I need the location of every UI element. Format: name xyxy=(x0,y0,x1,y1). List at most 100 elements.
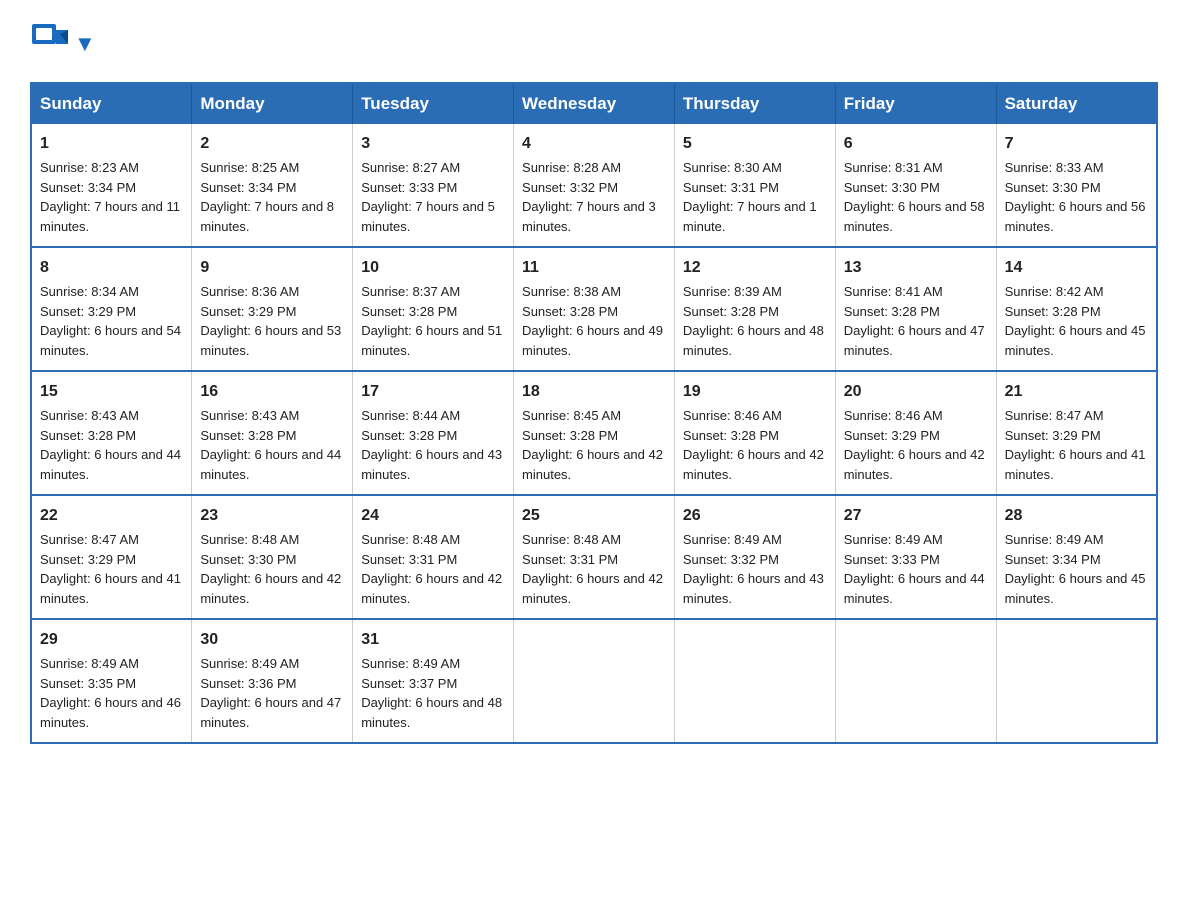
sunset-label: Sunset: 3:37 PM xyxy=(361,676,457,691)
sunrise-label: Sunrise: 8:30 AM xyxy=(683,160,782,175)
calendar-week-row: 22 Sunrise: 8:47 AM Sunset: 3:29 PM Dayl… xyxy=(31,495,1157,619)
calendar-cell: 3 Sunrise: 8:27 AM Sunset: 3:33 PM Dayli… xyxy=(353,124,514,247)
calendar-week-row: 8 Sunrise: 8:34 AM Sunset: 3:29 PM Dayli… xyxy=(31,247,1157,371)
calendar-cell: 20 Sunrise: 8:46 AM Sunset: 3:29 PM Dayl… xyxy=(835,371,996,495)
sunrise-label: Sunrise: 8:38 AM xyxy=(522,284,621,299)
calendar-cell: 23 Sunrise: 8:48 AM Sunset: 3:30 PM Dayl… xyxy=(192,495,353,619)
daylight-label: Daylight: 6 hours and 51 minutes. xyxy=(361,323,502,358)
sunrise-label: Sunrise: 8:43 AM xyxy=(200,408,299,423)
sunset-label: Sunset: 3:34 PM xyxy=(1005,552,1101,567)
calendar-cell xyxy=(674,619,835,743)
sunset-label: Sunset: 3:28 PM xyxy=(40,428,136,443)
calendar-cell: 1 Sunrise: 8:23 AM Sunset: 3:34 PM Dayli… xyxy=(31,124,192,247)
calendar-cell: 6 Sunrise: 8:31 AM Sunset: 3:30 PM Dayli… xyxy=(835,124,996,247)
sunrise-label: Sunrise: 8:49 AM xyxy=(683,532,782,547)
sunset-label: Sunset: 3:34 PM xyxy=(200,180,296,195)
calendar-cell xyxy=(514,619,675,743)
calendar-header-row: SundayMondayTuesdayWednesdayThursdayFrid… xyxy=(31,83,1157,124)
calendar-week-row: 1 Sunrise: 8:23 AM Sunset: 3:34 PM Dayli… xyxy=(31,124,1157,247)
sunset-label: Sunset: 3:32 PM xyxy=(522,180,618,195)
daylight-label: Daylight: 6 hours and 44 minutes. xyxy=(40,447,181,482)
daylight-label: Daylight: 6 hours and 41 minutes. xyxy=(40,571,181,606)
sunrise-label: Sunrise: 8:47 AM xyxy=(40,532,139,547)
calendar-cell: 21 Sunrise: 8:47 AM Sunset: 3:29 PM Dayl… xyxy=(996,371,1157,495)
daylight-label: Daylight: 6 hours and 41 minutes. xyxy=(1005,447,1146,482)
day-number: 10 xyxy=(361,256,505,280)
daylight-label: Daylight: 6 hours and 42 minutes. xyxy=(200,571,341,606)
day-number: 9 xyxy=(200,256,344,280)
sunrise-label: Sunrise: 8:34 AM xyxy=(40,284,139,299)
daylight-label: Daylight: 7 hours and 5 minutes. xyxy=(361,199,495,234)
day-number: 11 xyxy=(522,256,666,280)
daylight-label: Daylight: 6 hours and 47 minutes. xyxy=(200,695,341,730)
sunrise-label: Sunrise: 8:49 AM xyxy=(361,656,460,671)
daylight-label: Daylight: 6 hours and 45 minutes. xyxy=(1005,323,1146,358)
sunset-label: Sunset: 3:32 PM xyxy=(683,552,779,567)
daylight-label: Daylight: 6 hours and 47 minutes. xyxy=(844,323,985,358)
day-number: 25 xyxy=(522,504,666,528)
sunrise-label: Sunrise: 8:49 AM xyxy=(40,656,139,671)
calendar-week-row: 15 Sunrise: 8:43 AM Sunset: 3:28 PM Dayl… xyxy=(31,371,1157,495)
calendar-cell xyxy=(996,619,1157,743)
calendar-cell: 31 Sunrise: 8:49 AM Sunset: 3:37 PM Dayl… xyxy=(353,619,514,743)
calendar-cell: 14 Sunrise: 8:42 AM Sunset: 3:28 PM Dayl… xyxy=(996,247,1157,371)
day-number: 15 xyxy=(40,380,183,404)
daylight-label: Daylight: 6 hours and 53 minutes. xyxy=(200,323,341,358)
day-number: 21 xyxy=(1005,380,1148,404)
calendar-cell: 15 Sunrise: 8:43 AM Sunset: 3:28 PM Dayl… xyxy=(31,371,192,495)
sunrise-label: Sunrise: 8:46 AM xyxy=(844,408,943,423)
calendar-cell: 24 Sunrise: 8:48 AM Sunset: 3:31 PM Dayl… xyxy=(353,495,514,619)
day-number: 17 xyxy=(361,380,505,404)
daylight-label: Daylight: 6 hours and 49 minutes. xyxy=(522,323,663,358)
daylight-label: Daylight: 6 hours and 43 minutes. xyxy=(361,447,502,482)
sunrise-label: Sunrise: 8:37 AM xyxy=(361,284,460,299)
daylight-label: Daylight: 6 hours and 42 minutes. xyxy=(522,571,663,606)
day-number: 12 xyxy=(683,256,827,280)
day-number: 2 xyxy=(200,132,344,156)
day-header-sunday: Sunday xyxy=(31,83,192,124)
day-number: 28 xyxy=(1005,504,1148,528)
day-number: 18 xyxy=(522,380,666,404)
day-number: 30 xyxy=(200,628,344,652)
day-header-friday: Friday xyxy=(835,83,996,124)
sunset-label: Sunset: 3:30 PM xyxy=(844,180,940,195)
day-number: 20 xyxy=(844,380,988,404)
day-header-saturday: Saturday xyxy=(996,83,1157,124)
logo: ▼ xyxy=(30,20,96,64)
sunset-label: Sunset: 3:28 PM xyxy=(361,304,457,319)
calendar-cell: 18 Sunrise: 8:45 AM Sunset: 3:28 PM Dayl… xyxy=(514,371,675,495)
day-number: 19 xyxy=(683,380,827,404)
sunset-label: Sunset: 3:28 PM xyxy=(522,304,618,319)
day-number: 3 xyxy=(361,132,505,156)
calendar-week-row: 29 Sunrise: 8:49 AM Sunset: 3:35 PM Dayl… xyxy=(31,619,1157,743)
daylight-label: Daylight: 6 hours and 45 minutes. xyxy=(1005,571,1146,606)
calendar-cell: 7 Sunrise: 8:33 AM Sunset: 3:30 PM Dayli… xyxy=(996,124,1157,247)
day-number: 16 xyxy=(200,380,344,404)
daylight-label: Daylight: 6 hours and 58 minutes. xyxy=(844,199,985,234)
day-number: 13 xyxy=(844,256,988,280)
day-header-thursday: Thursday xyxy=(674,83,835,124)
calendar-cell: 19 Sunrise: 8:46 AM Sunset: 3:28 PM Dayl… xyxy=(674,371,835,495)
sunset-label: Sunset: 3:29 PM xyxy=(200,304,296,319)
sunset-label: Sunset: 3:35 PM xyxy=(40,676,136,691)
day-number: 26 xyxy=(683,504,827,528)
daylight-label: Daylight: 7 hours and 11 minutes. xyxy=(40,199,180,234)
sunrise-label: Sunrise: 8:49 AM xyxy=(1005,532,1104,547)
sunset-label: Sunset: 3:28 PM xyxy=(844,304,940,319)
sunset-label: Sunset: 3:33 PM xyxy=(844,552,940,567)
sunrise-label: Sunrise: 8:48 AM xyxy=(361,532,460,547)
calendar-cell: 12 Sunrise: 8:39 AM Sunset: 3:28 PM Dayl… xyxy=(674,247,835,371)
sunset-label: Sunset: 3:28 PM xyxy=(1005,304,1101,319)
sunrise-label: Sunrise: 8:43 AM xyxy=(40,408,139,423)
sunrise-label: Sunrise: 8:33 AM xyxy=(1005,160,1104,175)
day-header-wednesday: Wednesday xyxy=(514,83,675,124)
day-number: 23 xyxy=(200,504,344,528)
daylight-label: Daylight: 6 hours and 43 minutes. xyxy=(683,571,824,606)
calendar-cell: 8 Sunrise: 8:34 AM Sunset: 3:29 PM Dayli… xyxy=(31,247,192,371)
daylight-label: Daylight: 7 hours and 3 minutes. xyxy=(522,199,656,234)
day-number: 29 xyxy=(40,628,183,652)
daylight-label: Daylight: 6 hours and 48 minutes. xyxy=(683,323,824,358)
sunset-label: Sunset: 3:31 PM xyxy=(361,552,457,567)
sunset-label: Sunset: 3:30 PM xyxy=(1005,180,1101,195)
sunset-label: Sunset: 3:28 PM xyxy=(683,428,779,443)
